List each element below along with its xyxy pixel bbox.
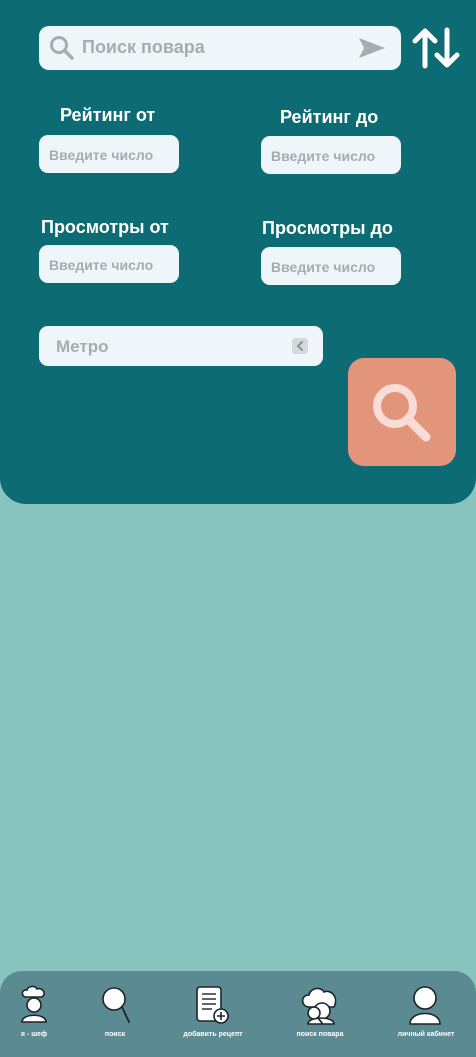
sort-icon[interactable] <box>411 26 461 70</box>
nav-label: я - шеф <box>20 1031 48 1038</box>
search-icon <box>373 384 431 442</box>
rating-to-input[interactable]: Введите число <box>261 136 401 174</box>
nav-label: поиск <box>104 1031 126 1038</box>
dropdown-arrow[interactable] <box>292 338 308 354</box>
views-to-input[interactable]: Введите число <box>261 247 401 285</box>
rating-from-placeholder: Введите число <box>49 147 154 163</box>
chef-search-placeholder: Поиск повара <box>82 37 205 57</box>
nav-item-add-recipe[interactable]: добавить рецепт <box>170 971 256 1057</box>
add-recipe-icon <box>196 986 229 1024</box>
nav-label: личный кабинет <box>397 1031 455 1038</box>
rating-to-placeholder: Введите число <box>271 148 376 164</box>
metro-select[interactable]: Метро <box>39 326 323 366</box>
views-from-label: Просмотры от <box>41 217 169 237</box>
search-icon <box>102 987 130 1023</box>
nav-item-chef-search[interactable]: поиск повара <box>280 971 360 1057</box>
chef-search-icon <box>301 987 337 1025</box>
filter-panel: Поиск повара Рейтинг от Введите число Ре… <box>0 0 476 504</box>
nav-label: поиск повара <box>296 1031 344 1038</box>
views-to-placeholder: Введите число <box>271 259 376 275</box>
bottom-nav: я - шеф поиск добавить рецепт поиск пова… <box>0 971 476 1057</box>
nav-item-chef[interactable]: я - шеф <box>0 971 68 1057</box>
nav-label: добавить рецепт <box>183 1031 243 1038</box>
send-icon[interactable] <box>358 36 386 60</box>
chef-icon <box>21 985 47 1023</box>
views-from-input[interactable]: Введите число <box>39 245 179 283</box>
metro-placeholder: Метро <box>56 337 109 356</box>
chef-search-field[interactable]: Поиск повара <box>39 26 401 70</box>
rating-to-label: Рейтинг до <box>280 107 379 127</box>
views-from-placeholder: Введите число <box>49 257 154 273</box>
chevron-left-icon <box>296 341 303 351</box>
nav-item-profile[interactable]: личный кабинет <box>390 971 464 1057</box>
rating-from-label: Рейтинг от <box>60 105 156 125</box>
search-icon <box>50 36 74 60</box>
nav-item-search[interactable]: поиск <box>80 971 150 1057</box>
user-icon <box>409 986 441 1025</box>
views-to-label: Просмотры до <box>262 218 393 238</box>
search-button[interactable] <box>348 358 456 466</box>
rating-from-input[interactable]: Введите число <box>39 135 179 173</box>
